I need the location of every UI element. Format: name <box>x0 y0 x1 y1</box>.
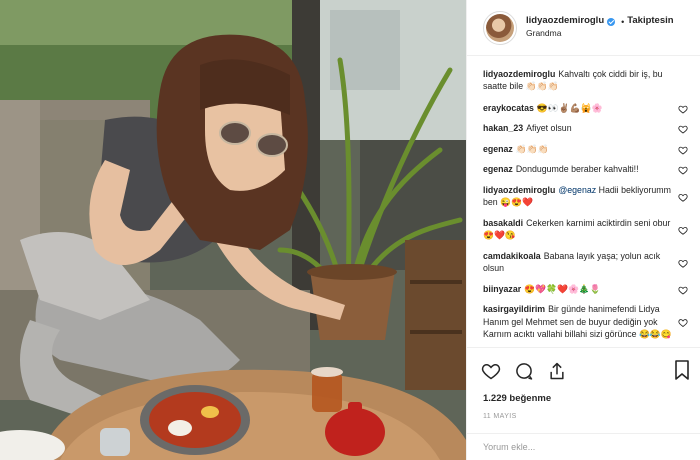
comment-item: lidyaozdemiroglu @egenaz Hadii bekliyorum… <box>483 184 688 209</box>
verified-badge-icon <box>607 17 616 26</box>
comment-item: eraykocatas 😎👀✌🏽💪🏽🙀🌸 <box>483 102 688 114</box>
comment-mention-link[interactable]: @egenaz <box>558 185 596 195</box>
separator-dot: • <box>621 16 625 27</box>
comment-username[interactable]: hakan_23 <box>483 123 523 133</box>
comment-item: biinyazar 😍💖🍀❤️🌸🎄🌷 <box>483 283 688 295</box>
comments-list[interactable]: lidyaozdemiroglu Kahvaltı çok ciddi bir i… <box>467 56 700 347</box>
heart-icon[interactable] <box>678 252 688 275</box>
comment-input[interactable] <box>483 442 683 452</box>
comment-username[interactable]: lidyaozdemiroglu <box>483 185 555 195</box>
comment-item: basakaldi Cekerken karnimi aciktirdin sen… <box>483 217 688 242</box>
heart-icon[interactable] <box>678 145 688 155</box>
heart-icon[interactable] <box>678 186 688 209</box>
comment-username[interactable]: lidyaozdemiroglu <box>483 69 555 79</box>
comment-username[interactable]: camdakikoala <box>483 251 541 261</box>
likes-count[interactable]: 1.229 beğenme <box>467 393 700 409</box>
action-bar <box>467 347 700 393</box>
heart-icon[interactable] <box>481 361 501 381</box>
post-photo[interactable] <box>0 0 466 460</box>
heart-icon[interactable] <box>678 305 688 340</box>
comment-text: Dondugumde beraber kahvalti!! <box>515 164 639 175</box>
comment-username[interactable]: egenaz <box>483 164 513 174</box>
share-icon[interactable] <box>547 361 567 381</box>
avatar[interactable] <box>483 10 517 45</box>
comment-item: camdakikoala Babana layık yaşa; yolun acı… <box>483 250 688 275</box>
comment-username[interactable]: kasirgayildirim <box>483 304 545 314</box>
comment-item: egenaz Dondugumde beraber kahvalti!! <box>483 163 688 175</box>
comment-item: kasirgayildirim Bir günde hanimefendi Lid… <box>483 303 688 340</box>
bookmark-icon[interactable] <box>674 360 690 380</box>
header-username[interactable]: lidyaozdemiroglu <box>526 15 604 28</box>
comment-item: hakan_23 Afiyet olsun <box>483 122 688 134</box>
post-date: 11 MAYIS <box>483 413 517 420</box>
heart-icon[interactable] <box>678 165 688 175</box>
comment-text: Afiyet olsun <box>526 123 572 134</box>
comment-text: 👏🏻👏🏻👏🏻 <box>515 143 549 154</box>
comment-username[interactable]: biinyazar <box>483 284 521 294</box>
comment-username[interactable]: egenaz <box>483 144 513 154</box>
add-comment-bar <box>467 433 700 460</box>
location-link[interactable]: Grandma <box>526 28 674 39</box>
comment-username[interactable]: basakaldi <box>483 218 523 228</box>
post-header: lidyaozdemiroglu • Takiptesin Grandma <box>467 0 700 56</box>
heart-icon[interactable] <box>678 104 688 114</box>
heart-icon[interactable] <box>678 124 688 134</box>
heart-icon[interactable] <box>678 285 688 295</box>
caption: lidyaozdemiroglu Kahvaltı çok ciddi bir i… <box>483 68 688 93</box>
comment-username[interactable]: eraykocatas <box>483 103 534 113</box>
breakfast-photo-illustration <box>0 0 466 460</box>
comment-text: 😎👀✌🏽💪🏽🙀🌸 <box>536 102 603 113</box>
comment-item: egenaz 👏🏻👏🏻👏🏻 <box>483 143 688 155</box>
post-sidebar: lidyaozdemiroglu • Takiptesin Grandma li… <box>466 0 700 460</box>
follow-status-button[interactable]: Takiptesin <box>627 15 673 28</box>
comment-text: 😍💖🍀❤️🌸🎄🌷 <box>524 283 601 294</box>
heart-icon[interactable] <box>678 219 688 242</box>
comment-icon[interactable] <box>514 361 534 381</box>
